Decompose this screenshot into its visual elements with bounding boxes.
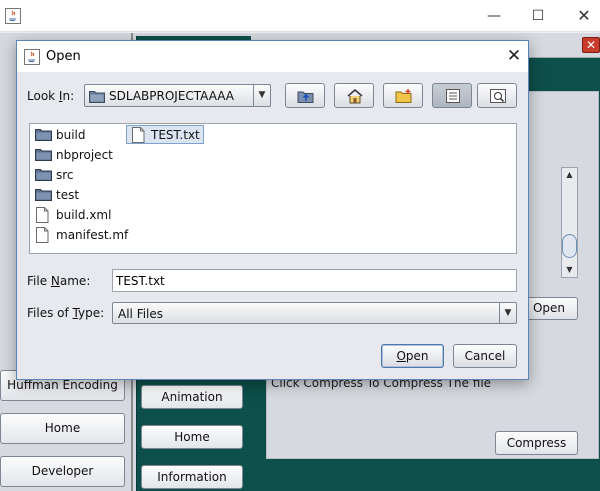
- open-file-dialog: Open ✕ Look In: SDLABPROJECTAAAA ▼ build…: [16, 40, 529, 380]
- file-icon: [132, 127, 145, 143]
- folder-icon: [35, 169, 52, 181]
- teal-home-button[interactable]: Home: [141, 425, 243, 449]
- list-item[interactable]: test: [35, 186, 125, 204]
- up-one-level-button[interactable]: [285, 83, 325, 108]
- animation-button[interactable]: Animation: [141, 385, 243, 409]
- list-item[interactable]: build: [35, 126, 125, 144]
- scroll-thumb[interactable]: [562, 234, 577, 258]
- folder-icon: [35, 149, 52, 161]
- selected-list-item[interactable]: TEST.txt: [126, 125, 204, 144]
- folder-icon: [89, 91, 105, 103]
- compress-button[interactable]: Compress: [495, 431, 578, 455]
- folder-icon: [35, 129, 52, 141]
- dialog-title: Open: [46, 49, 81, 64]
- file-name-label: File Name:: [27, 274, 91, 288]
- file-icon: [36, 207, 49, 223]
- window-close-button[interactable]: ✕: [574, 6, 594, 26]
- developer-button[interactable]: Developer: [0, 456, 125, 487]
- inner-frame-close-button[interactable]: ✕: [582, 37, 600, 53]
- scroll-up-icon[interactable]: ▲: [562, 168, 577, 182]
- list-item[interactable]: nbproject: [35, 146, 125, 164]
- list-view-icon: [446, 89, 460, 103]
- list-item[interactable]: build.xml: [35, 206, 125, 224]
- files-of-type-value: All Files: [118, 307, 164, 321]
- list-view-button[interactable]: [432, 83, 472, 108]
- java-icon: [5, 8, 21, 24]
- folder-icon: [35, 189, 52, 201]
- up-folder-icon: [297, 91, 314, 103]
- chevron-down-icon[interactable]: ▼: [253, 85, 270, 106]
- file-name-input[interactable]: [112, 269, 517, 292]
- list-item[interactable]: src: [35, 166, 125, 184]
- maximize-button[interactable]: ☐: [528, 6, 548, 26]
- files-of-type-combobox[interactable]: All Files ▼: [112, 302, 517, 324]
- file-icon: [36, 227, 49, 243]
- new-folder-icon: [395, 89, 412, 103]
- home-icon: [347, 89, 363, 104]
- files-of-type-label: Files of Type:: [27, 306, 105, 320]
- details-view-icon: [490, 89, 506, 103]
- look-in-label: Look In:: [27, 89, 75, 103]
- list-item[interactable]: manifest.mf: [35, 226, 135, 244]
- look-in-value: SDLABPROJECTAAAA: [109, 89, 235, 103]
- chevron-down-icon[interactable]: ▼: [499, 303, 516, 323]
- text-area-scrollbar[interactable]: ▲ ▼: [561, 167, 578, 278]
- scroll-down-icon[interactable]: ▼: [562, 263, 577, 277]
- app-titlebar: — ☐ ✕: [0, 0, 600, 32]
- dialog-close-button[interactable]: ✕: [504, 46, 524, 66]
- home-button[interactable]: [334, 83, 374, 108]
- information-button[interactable]: Information: [141, 465, 243, 489]
- new-folder-button[interactable]: [383, 83, 423, 108]
- minimize-button[interactable]: —: [484, 6, 504, 26]
- look-in-combobox[interactable]: SDLABPROJECTAAAA ▼: [84, 84, 271, 107]
- dialog-titlebar: Open ✕: [17, 41, 528, 72]
- details-view-button[interactable]: [477, 83, 517, 108]
- open-button[interactable]: Open: [381, 344, 444, 368]
- file-list[interactable]: build nbproject src test build.xml manif…: [29, 123, 517, 254]
- java-icon: [24, 49, 40, 65]
- cancel-button[interactable]: Cancel: [453, 344, 517, 368]
- left-home-button[interactable]: Home: [0, 413, 125, 444]
